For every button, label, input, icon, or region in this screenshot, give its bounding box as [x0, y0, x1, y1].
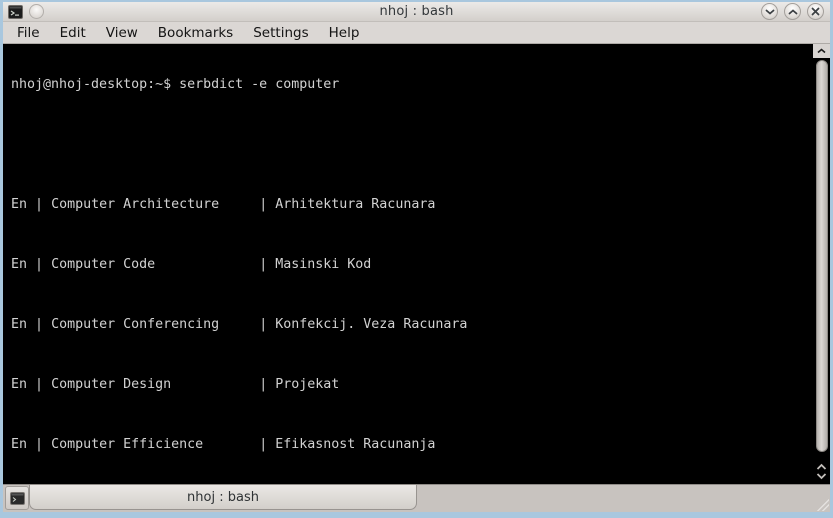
chevron-up-icon — [817, 48, 826, 54]
dict-row: En | Computer Conferencing | Konfekcij. … — [11, 317, 813, 332]
scrollbar-thumb[interactable] — [816, 60, 828, 452]
column-separator: | — [35, 197, 43, 212]
tab-nhoj-bash[interactable]: nhoj : bash — [29, 485, 417, 510]
konsole-window: nhoj : bash File Edit View Bookmarks Set… — [0, 0, 833, 518]
menu-file[interactable]: File — [7, 23, 50, 43]
tabbar: nhoj : bash — [3, 484, 830, 512]
dictionary-output: En | Computer Architecture | Arhitektura… — [11, 167, 813, 484]
menu-help[interactable]: Help — [319, 23, 370, 43]
scroll-up-button-2[interactable] — [816, 463, 827, 471]
shell-prompt: nhoj@nhoj-desktop:~$ — [11, 77, 171, 92]
menu-settings[interactable]: Settings — [243, 23, 318, 43]
terminal-icon — [10, 492, 25, 505]
menu-bookmarks[interactable]: Bookmarks — [148, 23, 243, 43]
dict-row: En | Computer Architecture | Arhitektura… — [11, 197, 813, 212]
column-separator: | — [35, 317, 43, 332]
scroll-up-button[interactable] — [813, 44, 830, 58]
new-tab-button[interactable] — [5, 486, 29, 510]
column-separator: | — [35, 437, 43, 452]
dict-row: En | Computer Efficience | Efikasnost Ra… — [11, 437, 813, 452]
scroll-down-button[interactable] — [816, 472, 827, 480]
command-line: nhoj@nhoj-desktop:~$ serbdict -e compute… — [11, 77, 813, 92]
titlebar[interactable]: nhoj : bash — [3, 2, 830, 22]
resize-grip[interactable] — [817, 499, 829, 511]
scrollbar[interactable] — [813, 44, 830, 484]
terminal-text: nhoj@nhoj-desktop:~$ serbdict -e compute… — [3, 44, 813, 484]
menubar: File Edit View Bookmarks Settings Help — [3, 22, 830, 44]
terminal-view[interactable]: nhoj@nhoj-desktop:~$ serbdict -e compute… — [3, 44, 830, 484]
dict-row: En | Computer Code | Masinski Kod — [11, 257, 813, 272]
typed-command: serbdict -e computer — [179, 77, 339, 92]
column-separator: | — [35, 377, 43, 392]
dict-row: En | Computer Design | Projekat — [11, 377, 813, 392]
column-separator: | — [35, 257, 43, 272]
menu-view[interactable]: View — [96, 23, 148, 43]
tab-label: nhoj : bash — [187, 490, 259, 505]
window-title: nhoj : bash — [3, 4, 830, 19]
menu-edit[interactable]: Edit — [50, 23, 96, 43]
